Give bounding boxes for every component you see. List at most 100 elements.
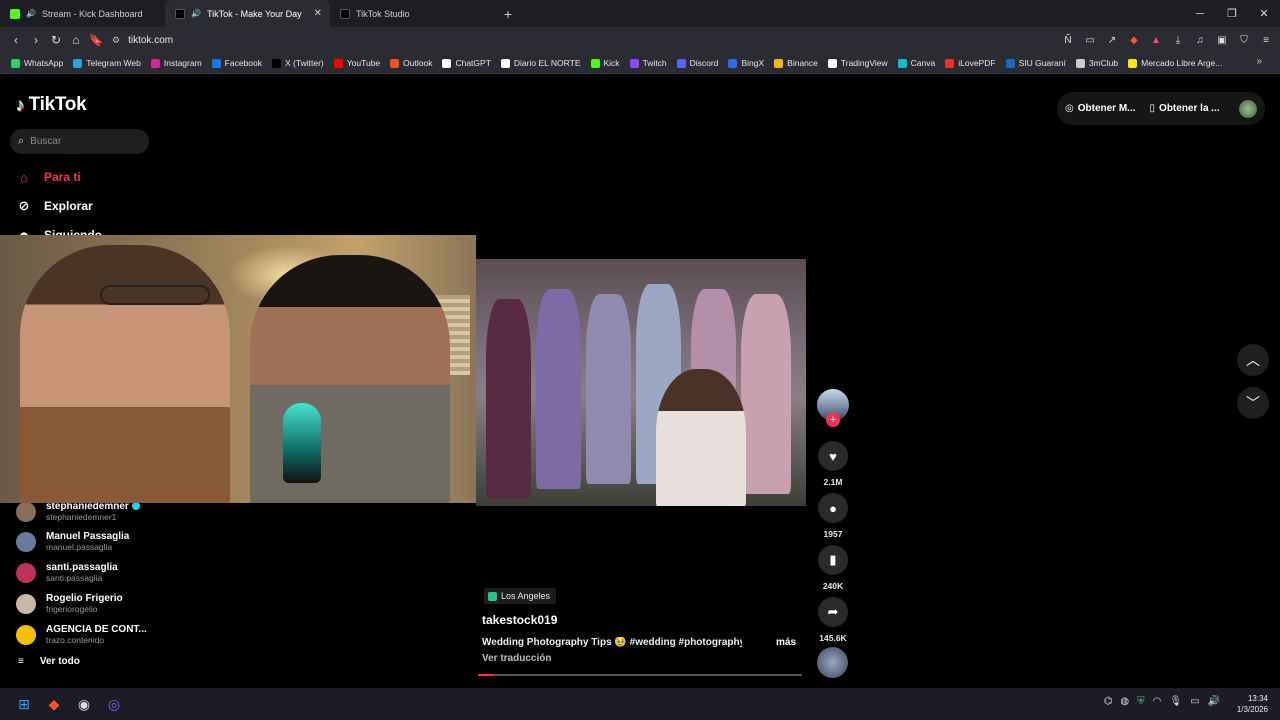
following-account[interactable]: AGENCIA DE CONT... trazo.contenido [16,624,147,645]
search-placeholder: Buscar [30,136,62,147]
bookmark-item[interactable]: Diario EL NORTE [496,58,586,68]
glasses [100,285,210,305]
save-count: 240K [822,581,844,591]
tab-kick-dashboard[interactable]: 🔊 Stream - Kick Dashboard [0,0,165,27]
bookmark-item[interactable]: Discord [672,58,724,68]
profile-avatar[interactable] [1239,99,1257,118]
more-bookmarks-icon[interactable]: » [1256,56,1262,67]
bookmark-label: ChatGPT [455,58,491,68]
wifi-icon[interactable]: ◠ [1153,696,1162,707]
brave-icon[interactable]: ◆ [40,690,68,718]
back-icon[interactable]: ‹ [6,30,26,50]
get-app-button[interactable]: ▯ Obtener la ... [1150,103,1220,114]
bookmark-icon[interactable]: 🔖 [86,30,106,50]
bookmark-label: YouTube [346,58,381,68]
vpn-icon[interactable]: ⛉ [1234,30,1254,50]
bookmark-item[interactable]: Instagram [146,58,207,68]
video-author[interactable]: takestock019 [482,613,557,627]
bookmark-item[interactable]: X (Twitter) [267,58,329,68]
compass-icon: ⊘ [18,198,30,213]
windows-start-icon[interactable]: ⊞ [10,690,38,718]
share-button[interactable]: ➦ 145.6K [816,597,850,643]
translate-link[interactable]: Ver traducción [482,653,551,664]
close-icon[interactable]: ✕ [1248,0,1280,27]
steam-icon[interactable]: ◍ [1120,696,1129,707]
bookmark-item[interactable]: Twitch [625,58,672,68]
tiktok-logo[interactable]: ♪ TikTok [16,94,87,116]
wallet-icon[interactable]: ▣ [1212,30,1232,50]
following-account[interactable]: Rogelio Frigerio frigeriorogelio [16,593,123,614]
forward-icon[interactable]: › [26,30,46,50]
bookmark-item[interactable]: 3mClub [1071,58,1123,68]
bookmark-item[interactable]: BingX [723,58,769,68]
share-icon[interactable]: ↗ [1102,30,1122,50]
bookmark-item[interactable]: Binance [769,58,823,68]
display-icon[interactable]: ▭ [1190,696,1199,707]
bookmark-item[interactable]: Telegram Web [68,58,146,68]
bookmark-favicon-icon [500,58,510,68]
reload-icon[interactable]: ↻ [46,30,66,50]
nav-for-you[interactable]: ⌂ Para ti [16,169,81,185]
bookmark-item[interactable]: YouTube [329,58,385,68]
site-info-icon[interactable]: ⚙ [112,35,120,46]
toolbar-icons: Ñ ▭ ↗ ◆ ▲ ⤓ ♫ ▣ ⛉ ≡ [1058,30,1276,50]
follow-plus-icon[interactable]: + [826,413,840,427]
app-icon[interactable]: ◎ [100,690,128,718]
obs-icon[interactable]: ◉ [70,690,98,718]
location-pin-icon [488,591,497,601]
comment-button[interactable]: ● 1957 [816,493,850,539]
save-button[interactable]: ▮ 240K [816,545,850,591]
get-coins-button[interactable]: ◎ Obtener M... [1065,103,1136,114]
bookmark-item[interactable]: ChatGPT [437,58,495,68]
see-all-link[interactable]: ≡ Ver todo [18,656,80,667]
brave-shield-icon[interactable]: ◆ [1124,30,1144,50]
network-icon[interactable]: ⌬ [1104,696,1113,707]
location-tag[interactable]: Los Angeles [484,588,557,604]
url-text: tiktok.com [128,34,174,46]
menu-icon[interactable]: ≡ [1256,30,1276,50]
music-disc[interactable] [817,647,848,678]
address-bar[interactable]: ⚙ tiktok.com [112,30,173,50]
search-input[interactable]: ⌕ Buscar [10,129,149,154]
bookmark-label: Binance [787,58,818,68]
bookmark-item[interactable]: TradingView [823,58,893,68]
mic-icon[interactable]: 🎙 [1169,696,1182,707]
minimize-icon[interactable]: ─ [1184,0,1216,27]
bookmark-item[interactable]: Facebook [207,58,267,68]
restore-icon[interactable]: ❐ [1216,0,1248,27]
following-account[interactable]: stephaniedemner stephaniedemner1 [16,501,140,522]
bookmark-item[interactable]: Outlook [385,58,437,68]
bookmark-item[interactable]: WhatsApp [6,58,68,68]
clock[interactable]: 13:34 1/3/2026 [1237,693,1268,715]
following-account[interactable]: santi.passaglia santi.passaglia [16,562,118,583]
brave-rewards-icon[interactable]: ▲ [1146,30,1166,50]
new-tab-button[interactable]: + [495,0,521,27]
bookmark-item[interactable]: SIU Guaraní [1001,58,1071,68]
system-tray: ⌬ ◍ ⛨ ◠ 🎙 ▭ 🔊 [1104,696,1220,707]
bookmark-item[interactable]: Canva [893,58,941,68]
verified-icon [131,502,140,511]
translate-icon[interactable]: Ñ [1058,30,1078,50]
bookmark-item[interactable]: Kick [586,58,625,68]
download-icon[interactable]: ⤓ [1168,30,1188,50]
account-handle: santi.passaglia [46,573,103,583]
video-progress-bar[interactable] [478,674,802,676]
previous-video-button[interactable]: ︿ [1237,344,1269,376]
video-player[interactable] [476,259,806,506]
tab-tiktok[interactable]: 🔊 TikTok - Make Your Day ✕ [165,0,330,27]
following-account[interactable]: Manuel Passaglia manuel.passaglia [16,531,129,552]
nav-explore[interactable]: ⊘ Explorar [16,198,93,214]
cast-icon[interactable]: ▭ [1080,30,1100,50]
bookmark-favicon-icon [897,58,907,68]
tab-tiktok-studio[interactable]: TikTok Studio [330,0,495,27]
more-button[interactable]: más [776,637,796,648]
bookmark-item[interactable]: Mercado Libre Arge... [1123,58,1227,68]
home-icon[interactable]: ⌂ [66,30,86,50]
close-tab-icon[interactable]: ✕ [314,8,322,19]
bookmark-item[interactable]: iLovePDF [940,58,1000,68]
like-button[interactable]: ♥ 2.1M [816,441,850,487]
security-icon[interactable]: ⛨ [1137,696,1145,707]
volume-icon[interactable]: 🔊 [1208,696,1220,707]
media-icon[interactable]: ♫ [1190,30,1210,50]
next-video-button[interactable]: ﹀ [1237,387,1269,419]
